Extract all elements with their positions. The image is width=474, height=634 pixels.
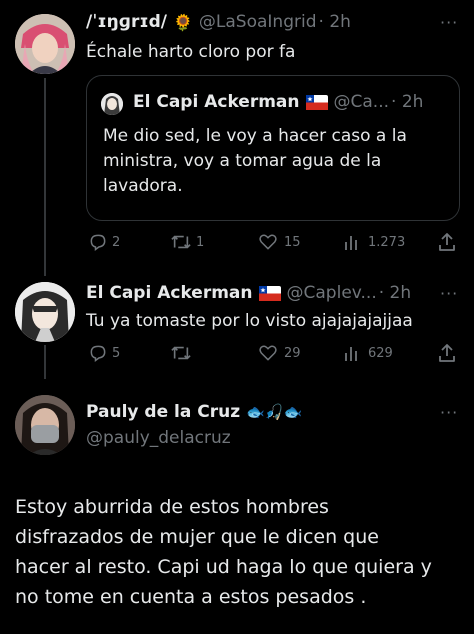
more-options-button[interactable]: ··· — [440, 403, 458, 422]
avatar[interactable] — [15, 14, 75, 74]
quote-text-line: Me dio sed, le voy a hacer caso a la — [103, 126, 407, 146]
like-icon — [259, 345, 277, 361]
display-name[interactable]: El Capi Ackerman — [133, 92, 300, 112]
avatar[interactable] — [15, 282, 75, 342]
like-count: 29 — [284, 345, 301, 361]
handle[interactable]: @LaSoaIngrid — [199, 12, 317, 32]
views-count: 629 — [368, 345, 393, 361]
chile-flag-icon — [305, 94, 328, 110]
quote-text-line: ministra, voy a tomar agua de la — [103, 151, 382, 171]
retweet-button[interactable] — [170, 343, 196, 363]
timestamp[interactable]: · 2h — [391, 92, 423, 112]
like-button[interactable]: 29 — [258, 343, 301, 363]
retweet-icon — [171, 346, 191, 360]
display-name[interactable]: /ˈɪŋɡrɪd/ — [86, 12, 167, 32]
share-button[interactable] — [438, 343, 456, 363]
thread-line — [44, 345, 46, 379]
reply-count: 5 — [112, 345, 121, 361]
display-name[interactable]: Pauly de la Cruz — [86, 402, 240, 422]
share-icon — [439, 233, 455, 251]
sunflower-emoji: 🌻 — [173, 12, 193, 32]
handle[interactable]: @pauly_delacruz — [86, 428, 231, 448]
tweet-text-line: hacer al resto. Capi ud haga lo que quie… — [15, 556, 432, 578]
views-icon — [345, 236, 357, 250]
tweet-text: Échale harto cloro por fa — [86, 42, 296, 62]
handle[interactable]: @Ca... — [334, 92, 390, 112]
chile-flag-icon — [258, 285, 281, 301]
tweet-text-line: Estoy aburrida de estos hombres — [15, 496, 329, 518]
views-icon — [345, 347, 357, 361]
avatar[interactable] — [15, 395, 75, 455]
share-icon — [439, 344, 455, 362]
like-button[interactable]: 15 — [258, 232, 301, 252]
more-options-button[interactable]: ··· — [440, 13, 458, 32]
quoted-tweet[interactable]: El Capi Ackerman @Ca... · 2h Me dio sed,… — [86, 75, 460, 221]
timestamp[interactable]: · 2h — [379, 283, 411, 303]
reply-button[interactable]: 2 — [88, 232, 120, 252]
tweet-text: Tu ya tomaste por lo visto ajajajajajjaa — [86, 311, 413, 331]
reply-icon — [90, 345, 106, 362]
like-count: 15 — [284, 234, 301, 250]
thread-line — [44, 78, 46, 276]
reply-button[interactable]: 5 — [88, 343, 120, 363]
tweet-text-line: no tome en cuenta a estos pesados . — [15, 586, 367, 608]
fish-emoji: 🐟🎣🐟 — [246, 403, 303, 421]
handle[interactable]: @Caplev... — [287, 283, 377, 303]
more-options-button[interactable]: ··· — [440, 284, 458, 303]
tweet-text-line: disfrazados de mujer que le dicen que — [15, 526, 379, 548]
retweet-button[interactable]: 1 — [170, 232, 204, 252]
display-name[interactable]: El Capi Ackerman — [86, 283, 253, 303]
like-icon — [259, 234, 277, 250]
quote-text-line: lavadora. — [103, 176, 183, 196]
share-button[interactable] — [438, 232, 456, 252]
reply-icon — [90, 234, 106, 251]
views-count: 1.273 — [368, 234, 406, 250]
reply-count: 2 — [112, 234, 121, 250]
retweet-count: 1 — [196, 234, 205, 250]
avatar[interactable] — [101, 93, 123, 115]
timestamp[interactable]: · 2h — [319, 12, 351, 32]
views-button[interactable]: 629 — [344, 343, 393, 363]
retweet-icon — [171, 235, 191, 249]
views-button[interactable]: 1.273 — [344, 232, 405, 252]
